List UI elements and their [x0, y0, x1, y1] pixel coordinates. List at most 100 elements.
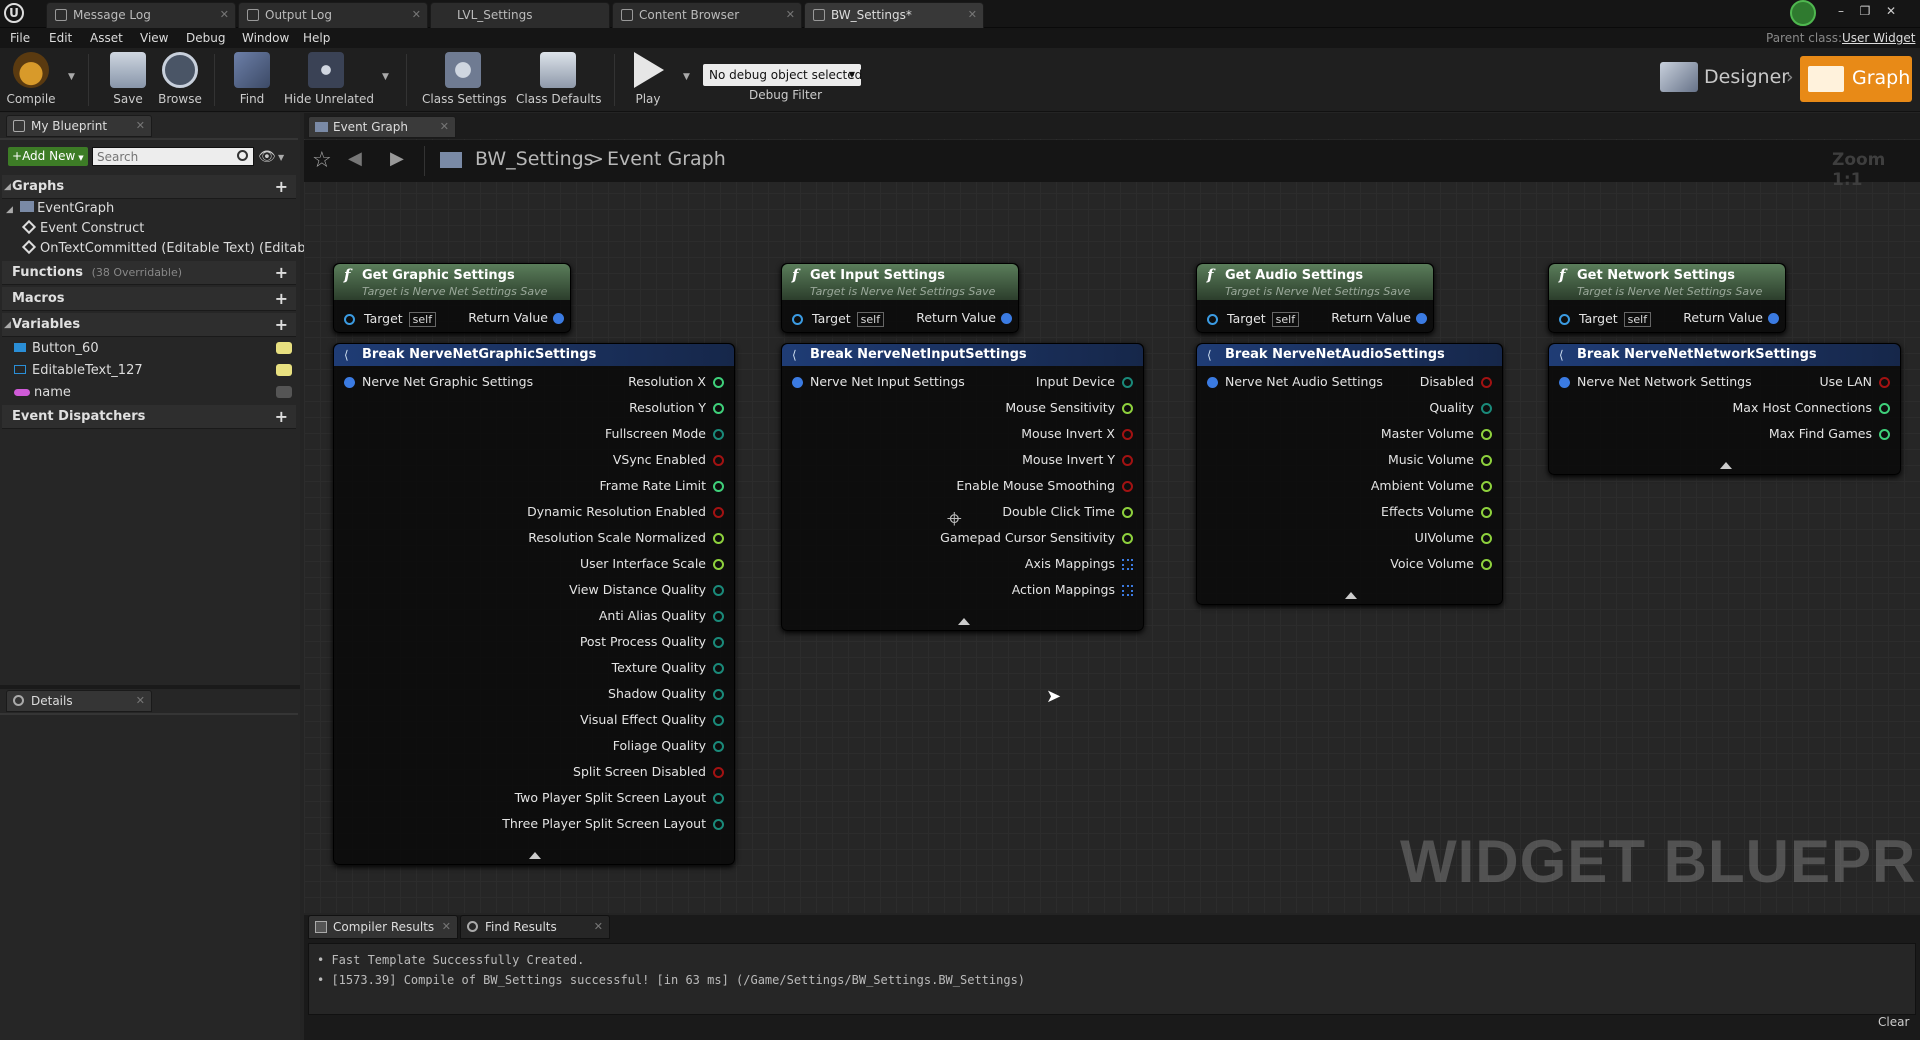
menu-edit[interactable]: Edit	[49, 28, 72, 48]
add-graph-plus-icon[interactable]: +	[275, 175, 288, 199]
favorite-star-icon[interactable]: ☆	[312, 148, 332, 173]
self-value-box[interactable]: self	[1271, 312, 1300, 327]
struct-input-pin[interactable]	[1559, 377, 1570, 388]
functions-section-header[interactable]: Functions (38 Overridable) +	[2, 261, 296, 285]
tab-lvl-settings[interactable]: LVL_Settings	[430, 2, 610, 28]
menu-window[interactable]: Window	[242, 28, 289, 48]
menu-file[interactable]: File	[10, 28, 30, 48]
menu-debug[interactable]: Debug	[186, 28, 225, 48]
output-pin[interactable]	[1481, 481, 1492, 492]
output-pin[interactable]	[1122, 429, 1133, 440]
tab-find-results[interactable]: Find Results ✕	[460, 915, 610, 939]
event-dispatchers-section-header[interactable]: Event Dispatchers +	[2, 405, 296, 429]
collapse-pins-arrow-icon[interactable]	[957, 618, 970, 625]
function-node[interactable]: f Get Input Settings Target is Nerve Net…	[781, 263, 1019, 333]
output-pin[interactable]	[713, 767, 724, 778]
search-input[interactable]	[92, 147, 254, 166]
parent-class-link[interactable]: User Widget	[1842, 28, 1915, 48]
save-button[interactable]: Save	[106, 50, 150, 110]
self-value-box[interactable]: self	[408, 312, 437, 327]
macros-section-header[interactable]: Macros +	[2, 287, 296, 311]
map-output-pin[interactable]	[1122, 585, 1133, 596]
graph-mode-button[interactable]: Graph	[1800, 56, 1912, 102]
view-options-eye-icon[interactable]: 👁	[258, 149, 276, 165]
add-dispatcher-plus-icon[interactable]: +	[275, 405, 288, 429]
collapse-pins-arrow-icon[interactable]	[1719, 462, 1732, 469]
play-options-chevron-icon[interactable]: ▼	[683, 72, 690, 82]
source-control-icon[interactable]	[1790, 0, 1816, 26]
debug-object-dropdown[interactable]: No debug object selected ▼	[703, 64, 862, 86]
hide-unrelated-chevron-icon[interactable]: ▼	[382, 72, 389, 82]
add-function-plus-icon[interactable]: +	[275, 261, 288, 285]
tab-details[interactable]: Details ✕	[6, 690, 152, 712]
tree-item-event-construct[interactable]: Event Construct	[21, 219, 144, 236]
output-pin[interactable]	[713, 429, 724, 440]
add-new-button[interactable]: +Add New ▼	[8, 147, 88, 166]
output-pin[interactable]	[713, 689, 724, 700]
break-struct-node[interactable]: ⟨ Break NerveNetAudioSettings Nerve Net …	[1196, 343, 1503, 605]
class-settings-button[interactable]: Class Settings	[422, 50, 507, 110]
output-pin[interactable]	[1481, 559, 1492, 570]
output-pin[interactable]	[713, 793, 724, 804]
struct-input-pin[interactable]	[792, 377, 803, 388]
close-icon[interactable]: ✕	[442, 916, 451, 938]
break-struct-node[interactable]: ⟨ Break NerveNetNetworkSettings Nerve Ne…	[1548, 343, 1901, 475]
minimize-icon[interactable]: –	[1832, 2, 1850, 20]
tab-output-log[interactable]: Output Log ✕	[238, 2, 428, 28]
variable-name[interactable]: name	[14, 385, 71, 400]
output-pin[interactable]	[713, 663, 724, 674]
function-node[interactable]: f Get Network Settings Target is Nerve N…	[1548, 263, 1786, 333]
graphs-section-header[interactable]: ◢ Graphs +	[2, 175, 296, 199]
function-node[interactable]: f Get Audio Settings Target is Nerve Net…	[1196, 263, 1434, 333]
target-pin[interactable]	[344, 314, 355, 325]
output-pin[interactable]	[713, 819, 724, 830]
output-pin[interactable]	[1481, 377, 1492, 388]
output-pin[interactable]	[1481, 429, 1492, 440]
class-defaults-button[interactable]: Class Defaults	[516, 50, 601, 110]
output-pin[interactable]	[1122, 377, 1133, 388]
break-struct-node[interactable]: ⟨ Break NerveNetGraphicSettings Nerve Ne…	[333, 343, 735, 865]
variable-button-60[interactable]: Button_60	[14, 341, 99, 356]
output-pin[interactable]	[713, 585, 724, 596]
output-pin[interactable]	[713, 715, 724, 726]
collapse-triangle-icon[interactable]: ◢	[4, 313, 11, 337]
function-node[interactable]: f Get Graphic Settings Target is Nerve N…	[333, 263, 571, 333]
output-pin[interactable]	[713, 533, 724, 544]
output-pin[interactable]	[713, 559, 724, 570]
target-pin[interactable]	[1207, 314, 1218, 325]
breadcrumb-root[interactable]: BW_Settings	[475, 148, 594, 170]
close-icon[interactable]: ✕	[968, 3, 977, 27]
close-icon[interactable]: ✕	[440, 117, 449, 137]
close-icon[interactable]: ✕	[594, 916, 603, 938]
menu-help[interactable]: Help	[303, 28, 330, 48]
variables-section-header[interactable]: ◢ Variables +	[2, 313, 296, 337]
output-pin[interactable]	[1481, 455, 1492, 466]
output-pin[interactable]	[713, 741, 724, 752]
tab-message-log[interactable]: Message Log ✕	[46, 2, 236, 28]
output-pin[interactable]	[713, 507, 724, 518]
collapse-pins-arrow-icon[interactable]	[1344, 592, 1357, 599]
output-pin[interactable]	[1122, 507, 1133, 518]
map-output-pin[interactable]	[1122, 559, 1133, 570]
restore-icon[interactable]: ❐	[1856, 2, 1874, 20]
tree-item-eventgraph[interactable]: ◢ EventGraph	[6, 201, 114, 216]
close-icon[interactable]: ✕	[220, 3, 229, 27]
browse-button[interactable]: Browse	[156, 50, 204, 110]
tab-compiler-results[interactable]: Compiler Results ✕	[308, 915, 458, 939]
visibility-eye-closed-icon[interactable]	[276, 386, 292, 398]
struct-input-pin[interactable]	[1207, 377, 1218, 388]
return-value-pin[interactable]	[1768, 313, 1779, 324]
close-icon[interactable]: ✕	[136, 116, 145, 136]
output-pin[interactable]	[1481, 403, 1492, 414]
output-pin[interactable]	[713, 455, 724, 466]
find-button[interactable]: Find	[230, 50, 274, 110]
target-pin[interactable]	[1559, 314, 1570, 325]
visibility-eye-icon[interactable]	[276, 364, 292, 376]
output-pin[interactable]	[1122, 481, 1133, 492]
compile-options-chevron-icon[interactable]: ▼	[68, 72, 75, 82]
output-pin[interactable]	[713, 611, 724, 622]
self-value-box[interactable]: self	[1623, 312, 1652, 327]
return-value-pin[interactable]	[1001, 313, 1012, 324]
clear-log-button[interactable]: Clear	[1878, 1015, 1909, 1029]
output-pin[interactable]	[1122, 403, 1133, 414]
